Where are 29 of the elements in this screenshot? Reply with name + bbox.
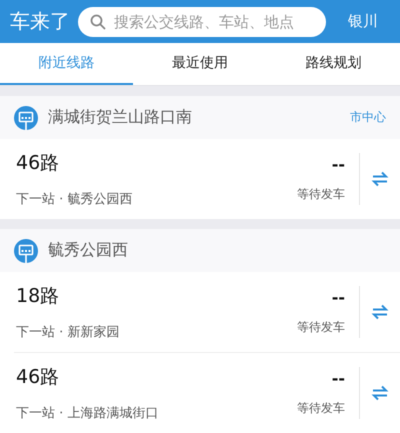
next-stop: 下一站 · 上海路满城街口	[16, 405, 160, 422]
arrival-status: 等待发车	[297, 400, 345, 417]
route-row[interactable]: 46路 下一站 · 上海路满城街口 -- 等待发车	[0, 353, 400, 433]
search-field[interactable]: 搜索公交线路、车站、地点	[78, 6, 326, 36]
station-header[interactable]: 毓秀公园西	[0, 229, 400, 272]
arrival-time: --	[332, 369, 345, 388]
arrival-status: 等待发车	[297, 319, 345, 336]
swap-icon	[371, 170, 389, 188]
station-name: 毓秀公园西	[48, 240, 129, 261]
station-header[interactable]: 满城街贺兰山路口南 市中心	[0, 96, 400, 139]
route-number: 18路	[16, 284, 60, 309]
swap-icon	[371, 384, 389, 402]
route-number: 46路	[16, 365, 60, 390]
app-title: 车来了	[10, 8, 70, 35]
tab[interactable]: 路线规划	[266, 43, 400, 85]
bus-stop-icon	[14, 238, 38, 262]
next-stop: 下一站 · 毓秀公园西	[16, 191, 134, 208]
arrival-status: 等待发车	[297, 186, 345, 203]
route-row[interactable]: 46路 下一站 · 毓秀公园西 -- 等待发车	[0, 139, 400, 219]
route-number: 46路	[16, 151, 60, 176]
search-icon	[90, 14, 106, 30]
arrival-time: --	[332, 155, 345, 174]
arrival-time: --	[332, 288, 345, 307]
bus-stop-icon	[14, 106, 38, 130]
station-name: 满城街贺兰山路口南	[48, 107, 193, 128]
route-row[interactable]: 18路 下一站 · 新新家园 -- 等待发车	[0, 272, 400, 352]
swap-icon	[371, 303, 389, 321]
next-stop: 下一站 · 新新家园	[16, 324, 120, 341]
tab[interactable]: 最近使用	[133, 43, 267, 85]
